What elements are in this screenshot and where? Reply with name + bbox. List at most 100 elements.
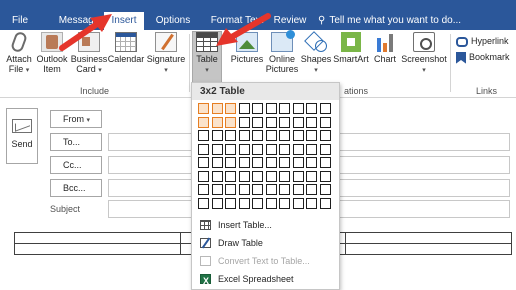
table-grid-cell[interactable] [293,144,304,155]
online-pictures-button[interactable]: Online Pictures [265,30,299,86]
table-grid-cell[interactable] [266,130,277,141]
table-grid-cell[interactable] [212,184,223,195]
table-grid-cell[interactable] [212,117,223,128]
bcc-field-right[interactable] [330,179,510,197]
table-grid-cell[interactable] [306,198,317,209]
tab-format-text[interactable]: Format Text [204,12,270,30]
send-button[interactable]: Send [6,108,38,164]
table-grid-cell[interactable] [198,198,209,209]
bcc-button[interactable]: Bcc... [50,179,102,197]
subject-field-right[interactable] [330,200,510,218]
table-grid-cell[interactable] [198,144,209,155]
to-field[interactable] [108,133,198,151]
bcc-field[interactable] [108,179,198,197]
table-grid-cell[interactable] [279,103,290,114]
insert-table-item[interactable]: Insert Table... [192,217,340,233]
hyperlink-button[interactable]: Hyperlink [456,35,509,47]
table-grid-cell[interactable] [239,184,250,195]
table-grid-cell[interactable] [225,184,236,195]
table-grid-cell[interactable] [266,184,277,195]
table-grid-cell[interactable] [293,184,304,195]
table-grid-cell[interactable] [320,130,331,141]
table-grid-cell[interactable] [198,157,209,168]
tab-message[interactable]: Message [52,12,106,30]
tab-file[interactable]: File [6,12,34,30]
table-grid-cell[interactable] [293,171,304,182]
tab-options[interactable]: Options [150,12,196,30]
table-grid-cell[interactable] [212,103,223,114]
table-grid-cell[interactable] [225,198,236,209]
table-grid-cell[interactable] [279,157,290,168]
business-card-button[interactable]: Business Card ▾ [70,32,108,86]
calendar-button[interactable]: Calendar [107,32,145,86]
table-grid-cell[interactable] [225,171,236,182]
table-grid-cell[interactable] [266,157,277,168]
excel-spreadsheet-item[interactable]: Excel Spreadsheet [192,271,340,289]
tab-insert[interactable]: Insert [104,12,144,30]
table-grid-cell[interactable] [239,130,250,141]
cc-field-right[interactable] [330,156,510,174]
table-grid-cell[interactable] [239,144,250,155]
cc-button[interactable]: Cc... [50,156,102,174]
smartart-button[interactable]: SmartArt [333,32,369,86]
table-grid-cell[interactable] [239,171,250,182]
table-grid-cell[interactable] [306,144,317,155]
from-button[interactable]: From ▾ [50,110,102,128]
table-grid-cell[interactable] [279,144,290,155]
table-grid-cell[interactable] [252,144,263,155]
table-grid-cell[interactable] [293,157,304,168]
table-grid-cell[interactable] [279,171,290,182]
table-grid-cell[interactable] [279,198,290,209]
table-grid-cell[interactable] [239,198,250,209]
table-cell[interactable] [345,243,512,255]
table-grid-cell[interactable] [266,117,277,128]
attach-file-button[interactable]: Attach File ▾ [4,30,34,86]
shapes-button[interactable]: Shapes ▾ [300,32,332,86]
table-grid-cell[interactable] [225,144,236,155]
table-grid-cell[interactable] [252,130,263,141]
table-grid-cell[interactable] [320,117,331,128]
table-grid-cell[interactable] [306,171,317,182]
table-grid-cell[interactable] [212,157,223,168]
table-cell[interactable] [345,232,512,244]
table-grid-cell[interactable] [239,157,250,168]
draw-table-item[interactable]: Draw Table [192,235,340,251]
to-button[interactable]: To... [50,133,102,151]
table-cell[interactable] [14,243,181,255]
table-grid-cell[interactable] [306,103,317,114]
table-grid-cell[interactable] [198,103,209,114]
table-grid-cell[interactable] [306,184,317,195]
table-grid-cell[interactable] [198,184,209,195]
table-grid-cell[interactable] [252,157,263,168]
table-grid-cell[interactable] [198,130,209,141]
signature-button[interactable]: Signature ▾ [146,32,186,86]
pictures-button[interactable]: Pictures [229,32,265,86]
table-grid-cell[interactable] [320,157,331,168]
table-cell[interactable] [14,232,181,244]
table-grid-cell[interactable] [252,184,263,195]
chart-button[interactable]: Chart [371,32,399,86]
bookmark-button[interactable]: Bookmark [456,51,510,64]
table-grid-cell[interactable] [212,171,223,182]
table-grid-cell[interactable] [252,103,263,114]
table-grid-cell[interactable] [239,117,250,128]
table-grid-cell[interactable] [266,103,277,114]
tell-me-box[interactable]: ⚲ Tell me what you want to do... [318,12,461,30]
table-grid-cell[interactable] [239,103,250,114]
table-grid-cell[interactable] [279,184,290,195]
table-grid-cell[interactable] [293,103,304,114]
table-grid-cell[interactable] [293,117,304,128]
table-grid-cell[interactable] [320,144,331,155]
outlook-item-button[interactable]: Outlook Item [34,32,70,86]
table-grid-cell[interactable] [279,130,290,141]
table-grid-cell[interactable] [266,144,277,155]
table-grid-cell[interactable] [198,117,209,128]
table-grid-cell[interactable] [225,103,236,114]
convert-text-to-table-item[interactable]: Convert Text to Table... [192,253,340,269]
tab-review[interactable]: Review [270,12,310,30]
table-grid-cell[interactable] [212,198,223,209]
table-grid-cell[interactable] [320,184,331,195]
table-grid-cell[interactable] [252,198,263,209]
table-grid-cell[interactable] [293,198,304,209]
table-grid-cell[interactable] [293,130,304,141]
